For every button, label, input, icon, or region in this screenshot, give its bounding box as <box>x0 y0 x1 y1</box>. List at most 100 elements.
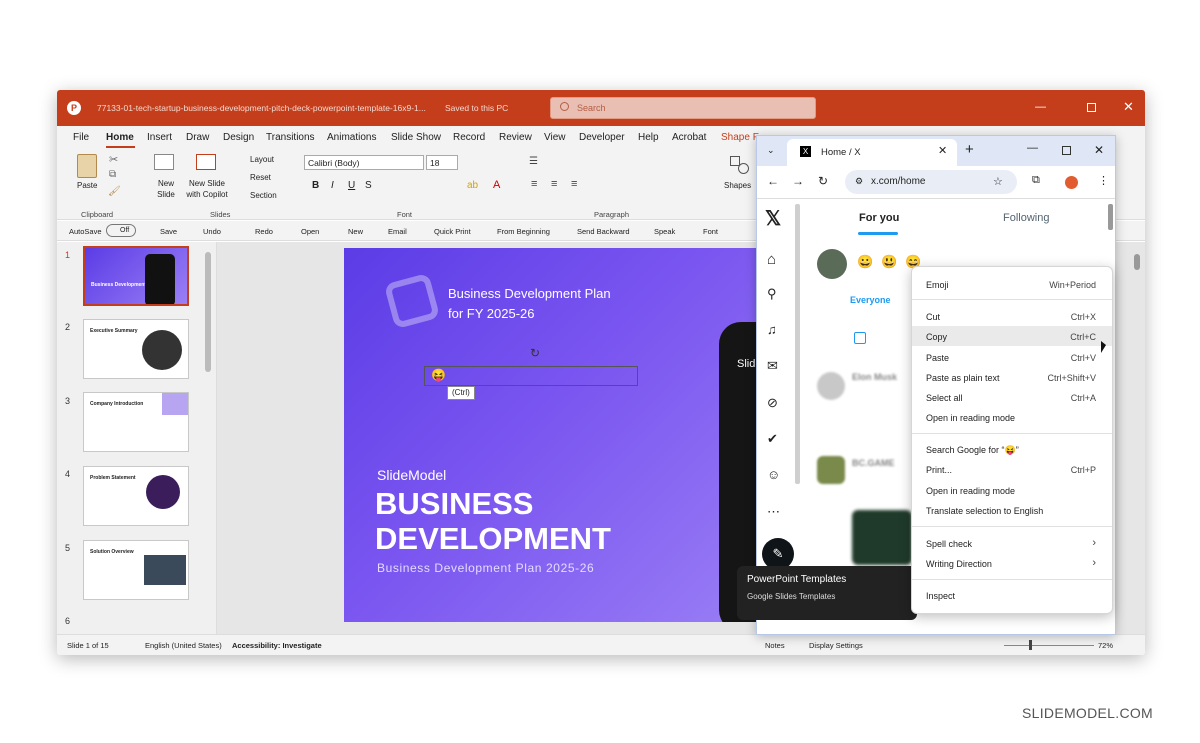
email-button[interactable]: Email <box>388 227 407 236</box>
autosave-toggle[interactable]: Off <box>106 224 136 237</box>
menu-item-translate[interactable]: Translate selection to English <box>926 506 1043 516</box>
zoom-slider-thumb[interactable] <box>1029 640 1032 650</box>
align-left-icon[interactable]: ≡ <box>531 178 537 190</box>
tab-list-icon[interactable]: ⌄ <box>767 145 775 156</box>
tab-view[interactable]: View <box>544 132 566 143</box>
open-button[interactable]: Open <box>301 227 319 236</box>
post-author[interactable]: BC.GAME <box>852 458 895 468</box>
rotate-handle-icon[interactable]: ↻ <box>530 346 540 360</box>
speak-button[interactable]: Speak <box>654 227 675 236</box>
thumbnail-slide-1[interactable]: Business Development <box>83 246 189 306</box>
close-icon[interactable]: ✕ <box>1094 143 1104 157</box>
minimize-icon[interactable]: — <box>1027 142 1038 154</box>
close-icon[interactable]: ✕ <box>1123 99 1134 115</box>
messages-icon[interactable]: ✉ <box>767 358 778 374</box>
new-tab-icon[interactable]: + <box>965 141 974 158</box>
notes-button[interactable]: Notes <box>765 641 785 650</box>
minimize-icon[interactable]: — <box>1035 101 1046 113</box>
highlight-icon[interactable]: ab <box>467 180 478 191</box>
undo-button[interactable]: Undo <box>203 227 221 236</box>
italic-icon[interactable]: I <box>331 180 334 191</box>
grok-icon[interactable]: ⊘ <box>767 395 778 411</box>
thumbnail-scrollbar[interactable] <box>205 252 211 372</box>
tab-home[interactable]: Home <box>106 132 134 143</box>
redo-button[interactable]: Redo <box>255 227 273 236</box>
site-info-icon[interactable]: ⚙ <box>855 176 863 187</box>
accessibility-status[interactable]: Accessibility: Investigate <box>232 641 322 650</box>
tab-animations[interactable]: Animations <box>327 132 376 143</box>
post-image[interactable] <box>852 510 912 565</box>
tab-draw[interactable]: Draw <box>186 132 209 143</box>
menu-item-inspect[interactable]: Inspect <box>926 591 955 601</box>
quick-print-button[interactable]: Quick Print <box>434 227 471 236</box>
more-icon[interactable]: ⋯ <box>767 504 780 520</box>
thumbnail-slide-3[interactable]: Company Introduction <box>83 392 189 452</box>
tab-record[interactable]: Record <box>453 132 485 143</box>
home-icon[interactable]: ⌂ <box>767 251 776 268</box>
forward-icon[interactable]: → <box>792 174 804 188</box>
zoom-slider[interactable] <box>1004 645 1094 646</box>
x-logo-icon[interactable]: 𝕏 <box>765 206 781 231</box>
tab-close-icon[interactable]: ✕ <box>938 144 947 157</box>
menu-item-select-all[interactable]: Select all <box>926 393 963 403</box>
menu-item-spell-check[interactable]: Spell check <box>926 539 972 549</box>
tab-following[interactable]: Following <box>1003 212 1049 224</box>
new-slide-button[interactable]: New Slide <box>153 178 179 200</box>
underline-icon[interactable]: U <box>348 180 355 191</box>
tab-file[interactable]: File <box>73 132 89 143</box>
reload-icon[interactable]: ↻ <box>818 174 828 188</box>
feed-scrollbar[interactable] <box>1108 204 1113 230</box>
tab-transitions[interactable]: Transitions <box>266 132 315 143</box>
menu-item-copy[interactable]: Copy <box>926 332 947 342</box>
thumbnail-slide-5[interactable]: Solution Overview <box>83 540 189 600</box>
tab-slide-show[interactable]: Slide Show <box>391 132 441 143</box>
new-button[interactable]: New <box>348 227 363 236</box>
post-avatar[interactable] <box>817 456 845 484</box>
reset-button[interactable]: Reset <box>250 173 271 182</box>
menu-item-paste-plain[interactable]: Paste as plain text <box>926 373 1000 383</box>
tab-review[interactable]: Review <box>499 132 532 143</box>
save-button[interactable]: Save <box>160 227 177 236</box>
profile-icon[interactable]: ☺ <box>767 467 780 482</box>
layout-button[interactable]: Layout <box>250 155 274 164</box>
shapes-button[interactable]: Shapes <box>724 181 751 190</box>
menu-item-print[interactable]: Print... <box>926 465 952 475</box>
post-avatar[interactable] <box>817 372 845 400</box>
verified-icon[interactable]: ✔ <box>767 431 778 447</box>
menu-item-emoji[interactable]: Emoji <box>926 280 949 290</box>
copy-icon[interactable]: ⧉ <box>109 169 116 180</box>
cut-icon[interactable]: ✂ <box>109 153 118 166</box>
font-size-box[interactable]: 18 <box>426 155 458 170</box>
align-right-icon[interactable]: ≡ <box>571 178 577 190</box>
tab-shape-format[interactable]: Shape F <box>721 132 759 143</box>
paste-icon[interactable] <box>77 154 97 178</box>
address-bar[interactable]: x.com/home <box>845 170 1017 194</box>
image-icon[interactable] <box>854 332 866 344</box>
reply-audience[interactable]: Everyone <box>850 295 891 305</box>
format-painter-icon[interactable]: 🖌 <box>108 186 121 197</box>
tab-help[interactable]: Help <box>638 132 659 143</box>
font-button[interactable]: Font <box>703 227 718 236</box>
canvas-scrollbar[interactable] <box>1134 254 1140 270</box>
font-name-box[interactable]: Calibri (Body) <box>304 155 424 170</box>
paste-options-badge[interactable]: (Ctrl) <box>447 386 475 400</box>
browser-tab-home-x[interactable]: Home / X <box>787 139 957 166</box>
bold-icon[interactable]: B <box>312 180 319 191</box>
menu-item-search-google[interactable]: Search Google for “😝” <box>926 445 1019 456</box>
menu-item-paste[interactable]: Paste <box>926 353 949 363</box>
new-slide-copilot-button[interactable]: New Slide with Copilot <box>183 178 231 200</box>
menu-item-writing-direction[interactable]: Writing Direction <box>926 559 992 569</box>
menu-item-reading-mode[interactable]: Open in reading mode <box>926 413 1015 423</box>
selected-text-box[interactable] <box>424 366 638 386</box>
menu-icon[interactable]: ⋮ <box>1098 174 1109 187</box>
tab-insert[interactable]: Insert <box>147 132 172 143</box>
zoom-level[interactable]: 72% <box>1098 641 1113 650</box>
extensions-icon[interactable]: ⧉ <box>1032 174 1040 187</box>
thumbnail-slide-4[interactable]: Problem Statement <box>83 466 189 526</box>
section-button[interactable]: Section <box>250 191 277 200</box>
from-beginning-button[interactable]: From Beginning <box>497 227 550 236</box>
search-icon[interactable]: ⚲ <box>767 286 777 302</box>
sidebar-scrollbar[interactable] <box>795 204 800 484</box>
font-color-icon[interactable]: A <box>493 179 500 191</box>
copilot-slide-icon[interactable] <box>196 154 216 170</box>
